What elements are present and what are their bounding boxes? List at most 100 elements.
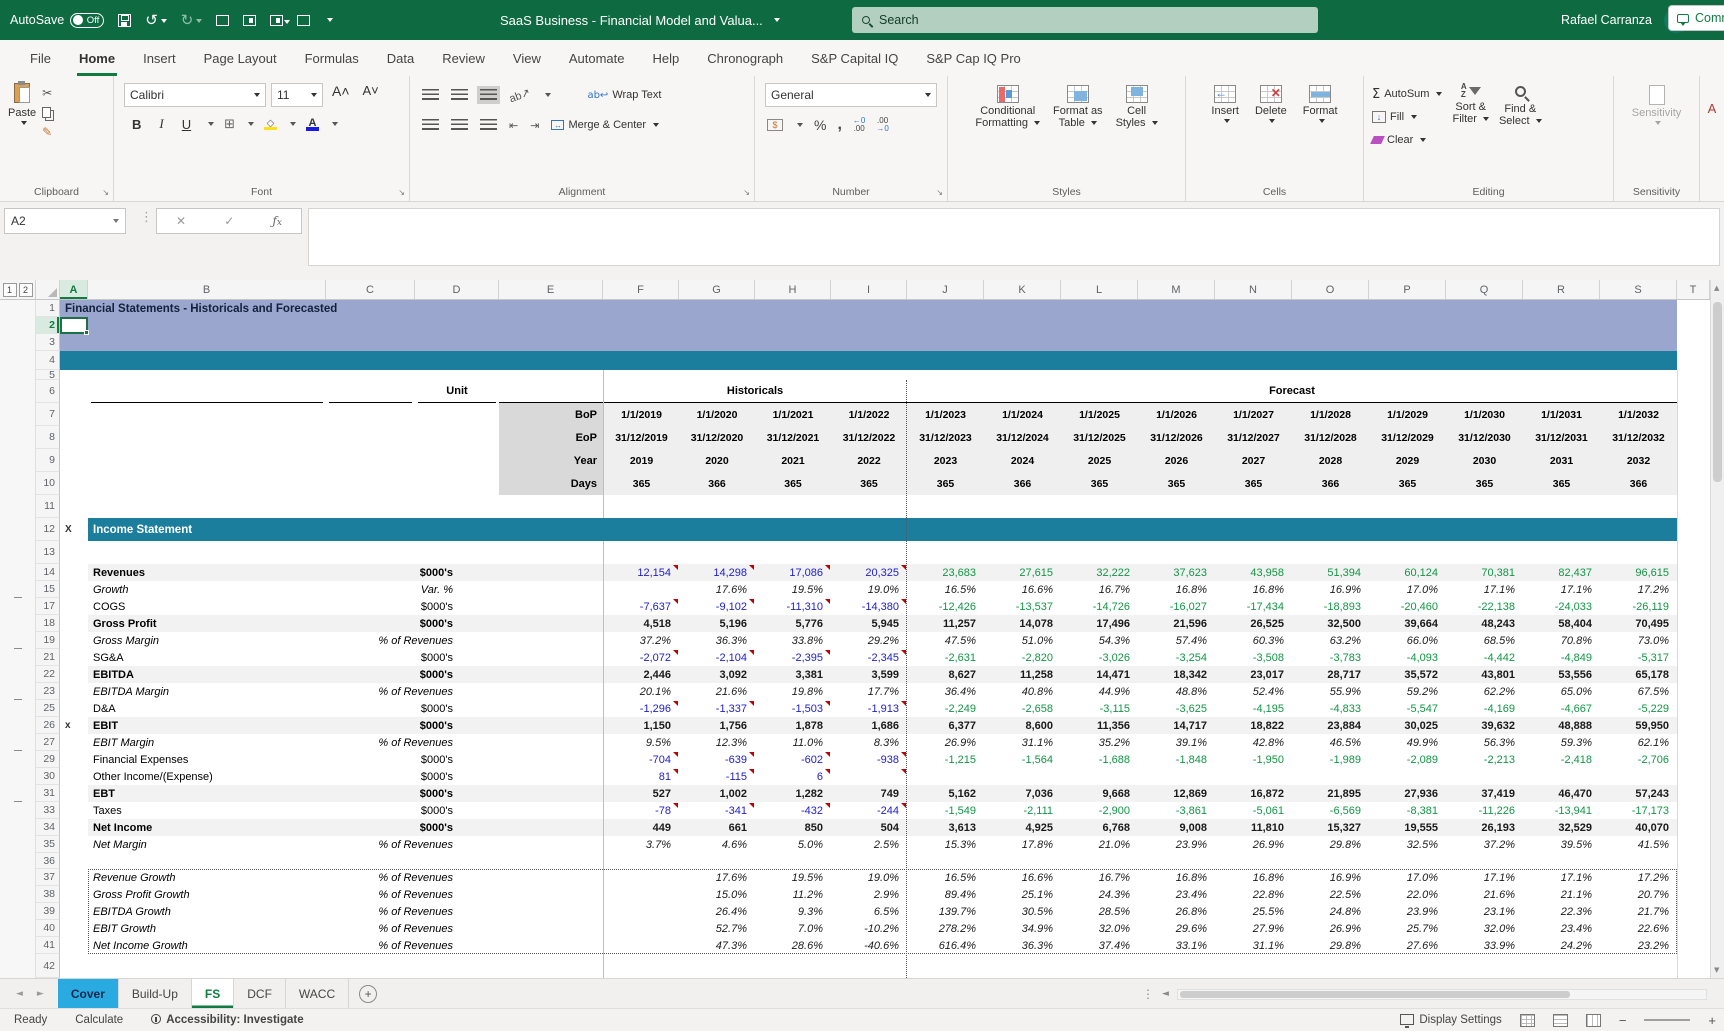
cell-F21[interactable]: -2,072	[603, 649, 679, 666]
cell-F8[interactable]: 31/12/2019	[603, 426, 679, 449]
cell-S18[interactable]: 70,495	[1600, 615, 1677, 632]
cell-K14[interactable]: 27,615	[984, 564, 1061, 581]
fill-button[interactable]: ↓Fill	[1372, 106, 1442, 128]
cell-K23[interactable]: 40.8%	[984, 683, 1061, 700]
row-header-36[interactable]: 36	[36, 853, 60, 869]
user-name[interactable]: Rafael Carranza	[1561, 13, 1652, 27]
cell-O34[interactable]: 15,327	[1292, 819, 1369, 836]
cell-G9[interactable]: 2020	[679, 449, 755, 472]
cell-B40[interactable]: EBIT Growth	[88, 920, 326, 937]
column-header-O[interactable]: O	[1292, 280, 1369, 299]
row-header-21[interactable]: 21	[36, 649, 60, 666]
cell-G33[interactable]: -341	[679, 802, 755, 819]
cell-H33[interactable]: -432	[755, 802, 831, 819]
number-format-select[interactable]: General	[765, 83, 937, 107]
cell-R38[interactable]: 21.1%	[1523, 886, 1600, 903]
cell-P10[interactable]: 365	[1369, 472, 1446, 495]
cell-Q19[interactable]: 68.5%	[1446, 632, 1523, 649]
cell-D9[interactable]	[415, 449, 499, 472]
clear-button[interactable]: Clear	[1372, 129, 1442, 151]
insert-cells-button[interactable]: Insert	[1211, 85, 1239, 123]
cell-B8[interactable]	[88, 426, 326, 449]
cell-K18[interactable]: 14,078	[984, 615, 1061, 632]
cell-S19[interactable]: 73.0%	[1600, 632, 1677, 649]
menu-tab-help[interactable]: Help	[639, 40, 694, 76]
status-calculate[interactable]: Calculate	[61, 1014, 137, 1026]
bold-button[interactable]: B	[128, 117, 145, 132]
cell-R29[interactable]: -2,418	[1523, 751, 1600, 768]
cell-I35[interactable]: 2.5%	[831, 836, 907, 853]
cell-P22[interactable]: 35,572	[1369, 666, 1446, 683]
row-header-13[interactable]: 13	[36, 541, 60, 564]
cell-H29[interactable]: -602	[755, 751, 831, 768]
cell-D21[interactable]: $000's	[326, 649, 499, 666]
cell-B6[interactable]	[88, 380, 326, 403]
fill-color-icon[interactable]: ◇	[264, 118, 277, 131]
cell-Q40[interactable]: 32.0%	[1446, 920, 1523, 937]
cell-H26[interactable]: 1,878	[755, 717, 831, 734]
cell-P27[interactable]: 49.9%	[1369, 734, 1446, 751]
cell-F31[interactable]: 527	[603, 785, 679, 802]
cell-Q23[interactable]: 62.2%	[1446, 683, 1523, 700]
cell-A12[interactable]: X	[60, 518, 88, 541]
cell-M38[interactable]: 23.4%	[1138, 886, 1215, 903]
cell-B35[interactable]: Net Margin	[88, 836, 326, 853]
menu-tab-review[interactable]: Review	[428, 40, 499, 76]
cell-N14[interactable]: 43,958	[1215, 564, 1292, 581]
cell-G29[interactable]: -639	[679, 751, 755, 768]
cell-F39[interactable]	[603, 903, 679, 920]
row-header-41[interactable]: 41	[36, 937, 60, 954]
cell-S38[interactable]: 20.7%	[1600, 886, 1677, 903]
cell-Q37[interactable]: 17.1%	[1446, 869, 1523, 886]
cell-I10[interactable]: 365	[831, 472, 907, 495]
cell-J41[interactable]: 616.4%	[907, 937, 984, 954]
cell-O7[interactable]: 1/1/2028	[1292, 403, 1369, 426]
cell-N23[interactable]: 52.4%	[1215, 683, 1292, 700]
cell-N40[interactable]: 27.9%	[1215, 920, 1292, 937]
row-header-42[interactable]: 42	[36, 954, 60, 978]
cell-E22[interactable]	[499, 666, 603, 683]
cell-E23[interactable]	[499, 683, 603, 700]
cell-O30[interactable]	[1292, 768, 1369, 785]
cell-D41[interactable]: % of Revenues	[326, 937, 499, 954]
cell-C9[interactable]	[326, 449, 415, 472]
cell-B15[interactable]: Growth	[88, 581, 326, 598]
cell-D15[interactable]: Var. %	[326, 581, 499, 598]
cell-I37[interactable]: 19.0%	[831, 869, 907, 886]
cell-Q30[interactable]	[1446, 768, 1523, 785]
row-header-1[interactable]: 1	[36, 300, 60, 317]
cell-O21[interactable]: -3,783	[1292, 649, 1369, 666]
cell-H25[interactable]: -1,503	[755, 700, 831, 717]
row-header-39[interactable]: 39	[36, 903, 60, 920]
shrink-font-icon[interactable]: A˅	[359, 83, 383, 107]
cell-P30[interactable]	[1369, 768, 1446, 785]
sheet-title[interactable]: Financial Statements - Historicals and F…	[60, 300, 1677, 317]
cell-I33[interactable]: -244	[831, 802, 907, 819]
cell-E38[interactable]	[499, 886, 603, 903]
cell-L19[interactable]: 54.3%	[1061, 632, 1138, 649]
column-header-K[interactable]: K	[984, 280, 1061, 299]
cell-D25[interactable]: $000's	[326, 700, 499, 717]
cell-D18[interactable]: $000's	[326, 615, 499, 632]
cell-R7[interactable]: 1/1/2031	[1523, 403, 1600, 426]
cell-D35[interactable]: % of Revenues	[326, 836, 499, 853]
cell-B9[interactable]	[88, 449, 326, 472]
cell-B10[interactable]	[88, 472, 326, 495]
column-header-F[interactable]: F	[603, 280, 679, 299]
row-header-27[interactable]: 27	[36, 734, 60, 751]
cell-G21[interactable]: -2,104	[679, 649, 755, 666]
cell-F26[interactable]: 1,150	[603, 717, 679, 734]
cell-blank-13[interactable]	[60, 541, 1710, 564]
cell-L41[interactable]: 37.4%	[1061, 937, 1138, 954]
cell-Q15[interactable]: 17.1%	[1446, 581, 1523, 598]
row-header-11[interactable]: 11	[36, 495, 60, 518]
cell-styles-button[interactable]: CellStyles	[1116, 85, 1158, 129]
cell-G15[interactable]: 17.6%	[679, 581, 755, 598]
sheet-tab-wacc[interactable]: WACC	[286, 979, 349, 1008]
autosum-button[interactable]: ΣAutoSum	[1372, 83, 1442, 105]
cell-I29[interactable]: -938	[831, 751, 907, 768]
cell-L21[interactable]: -3,026	[1061, 649, 1138, 666]
cell-A29[interactable]	[60, 751, 88, 768]
cell-O38[interactable]: 22.5%	[1292, 886, 1369, 903]
cell-D19[interactable]: % of Revenues	[326, 632, 499, 649]
